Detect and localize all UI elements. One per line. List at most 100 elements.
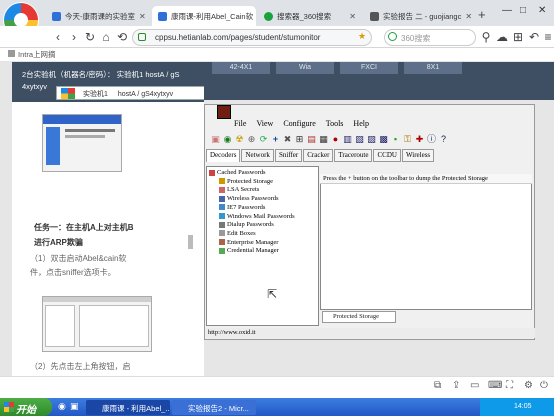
vm-select-label: 实验机1 (83, 91, 108, 98)
cain-menu-bar: File View Configure Tools Help (226, 119, 426, 130)
display-icon[interactable]: ▭ (470, 380, 479, 391)
screenshot-list (79, 305, 149, 347)
taskbar-item[interactable]: 康雨课 - 利用Abel_... (86, 400, 170, 415)
menu-help[interactable]: Help (353, 119, 369, 130)
mac-icon[interactable]: ▨ (366, 134, 377, 145)
network-icon[interactable]: ⊕ (246, 134, 257, 145)
crack-icon[interactable]: ▤ (306, 134, 317, 145)
tab-ccdu[interactable]: CCDU (373, 149, 401, 162)
detail-pane[interactable] (320, 174, 532, 310)
cloud-icon[interactable]: ☁ (494, 29, 510, 45)
menu-tools[interactable]: Tools (326, 119, 344, 130)
vm-tab[interactable]: 42-4X1 (212, 62, 270, 74)
bookmark-item[interactable]: Intra上网摘 (18, 50, 56, 59)
tree-item[interactable]: LSA Secrets (209, 186, 318, 195)
vm-tab[interactable]: FXCI (340, 62, 398, 74)
scrollbar-thumb[interactable] (188, 235, 193, 249)
tree-item[interactable]: Enterprise Manager (209, 239, 318, 248)
tab-wireless[interactable]: Wireless (401, 149, 435, 162)
tree-item[interactable]: IE7 Passwords (209, 204, 318, 213)
menu-configure[interactable]: Configure (283, 119, 315, 130)
open-icon[interactable]: ▣ (210, 134, 221, 145)
menu-icon[interactable]: ≡ (540, 29, 554, 45)
item-icon (219, 230, 225, 237)
history-icon[interactable]: ⟲ (114, 29, 130, 45)
tree-item[interactable]: Credential Manager (209, 247, 318, 256)
extensions-icon[interactable]: ⊞ (510, 29, 526, 45)
browser-tab-active[interactable]: 康雨课-利用Abel_Cain软✕ (152, 6, 256, 26)
help-icon[interactable]: ? (438, 134, 449, 145)
apr-icon[interactable]: ☢ (234, 134, 245, 145)
tree-label: Windows Mail Passwords (227, 212, 295, 220)
start-sniffer-icon[interactable]: ◉ (222, 134, 233, 145)
key-icon[interactable]: ⚿ (402, 134, 413, 145)
address-bar[interactable]: cppsu.hetianlab.com/pages/student/stumon… (132, 29, 372, 46)
tree-item[interactable]: Edit Boxes (209, 230, 318, 239)
tree-item[interactable]: Windows Mail Passwords (209, 213, 318, 222)
vm-tab[interactable]: 8X1 (404, 62, 462, 74)
close-tab-icon[interactable]: ✕ (465, 12, 472, 21)
route-icon[interactable]: ✚ (414, 134, 425, 145)
record-icon[interactable]: ● (330, 134, 341, 145)
home-icon[interactable]: ⌂ (98, 29, 114, 45)
db-icon[interactable]: ▪ (390, 134, 401, 145)
upload-icon[interactable]: ⇪ (452, 380, 460, 391)
minimize-button[interactable]: — (502, 5, 512, 16)
screenshot-tree (45, 305, 75, 347)
tab-label: Protected Storage (333, 313, 380, 320)
screenshot-icon[interactable]: ⧉ (434, 380, 441, 391)
browser-tab[interactable]: 今天-康雨课的实验室 ✕ (46, 6, 150, 26)
calc-icon[interactable]: ▦ (318, 134, 329, 145)
tab-label: 今天-康雨课的实验室 (65, 11, 135, 21)
decoders-tree: Cached Passwords Protected Storage LSA S… (206, 166, 319, 326)
browser-tab[interactable]: 搜索器_360搜索 ✕ (258, 6, 362, 26)
back-icon[interactable]: ‹ (50, 29, 66, 45)
tree-item[interactable]: Dialup Passwords (209, 221, 318, 230)
search-icon[interactable]: ⚲ (478, 29, 494, 45)
close-tab-icon[interactable]: ✕ (349, 12, 356, 21)
fullscreen-icon[interactable]: ⛶ (506, 380, 513, 391)
tab-traceroute[interactable]: Traceroute (334, 149, 373, 162)
close-tab-icon[interactable]: ✕ (139, 12, 146, 21)
cain-status-bar: http://www.oxid.it (206, 328, 535, 338)
tree-item[interactable]: Protected Storage (209, 178, 318, 187)
lm-icon[interactable]: ▥ (342, 134, 353, 145)
vm-select[interactable]: 实验机1 hostA / gS4xytxyv ▼ (56, 86, 220, 100)
new-tab-button[interactable]: + (478, 7, 486, 22)
delete-icon[interactable]: ✖ (282, 134, 293, 145)
search-engine-icon (388, 32, 397, 41)
tab-cracker[interactable]: Cracker (303, 149, 334, 162)
maximize-button[interactable]: □ (520, 5, 526, 16)
menu-file[interactable]: File (234, 119, 246, 130)
browser-tab[interactable]: 实验报告 二 - guojiangc ✕ (364, 6, 474, 26)
search-box[interactable]: 360搜索 (384, 29, 476, 46)
reload-icon[interactable]: ↻ (82, 29, 98, 45)
vm-tab[interactable]: Wia (276, 62, 334, 74)
cisco-icon[interactable]: ▧ (354, 134, 365, 145)
add-icon[interactable]: + (270, 134, 281, 145)
tree-root[interactable]: Cached Passwords (209, 169, 318, 178)
os-icon[interactable]: ▩ (378, 134, 389, 145)
power-icon[interactable]: ⏻ (540, 380, 548, 391)
keyboard-icon[interactable]: ⌨ (488, 380, 502, 391)
info-icon[interactable]: ⓘ (426, 134, 437, 145)
tab-sniffer[interactable]: Sniffer (274, 149, 303, 162)
bookmark-star-icon[interactable]: ★ (358, 31, 366, 42)
tree-item[interactable]: Wireless Passwords (209, 195, 318, 204)
quicklaunch-icon[interactable]: ▣ (70, 401, 79, 412)
protected-storage-tab[interactable]: Protected Storage (322, 311, 396, 323)
tab-network[interactable]: Network (241, 149, 274, 162)
hash-icon[interactable]: ⊞ (294, 134, 305, 145)
menu-view[interactable]: View (256, 119, 273, 130)
clock[interactable]: 14:05 (514, 403, 532, 410)
close-window-button[interactable]: ✕ (538, 5, 546, 16)
taskbar-item[interactable]: 实验报告2 - Micr... (172, 400, 256, 415)
tab-decoders[interactable]: Decoders (206, 149, 241, 162)
site-icon (158, 11, 167, 21)
forward-icon[interactable]: › (66, 29, 82, 45)
bookmarks-bar: Intra上网摘 (0, 48, 554, 62)
settings-icon[interactable]: ⚙ (524, 380, 533, 391)
system-tray: 14:05 (480, 398, 554, 416)
refresh-icon[interactable]: ⟳ (258, 134, 269, 145)
quicklaunch-icon[interactable]: ◉ (58, 401, 66, 412)
